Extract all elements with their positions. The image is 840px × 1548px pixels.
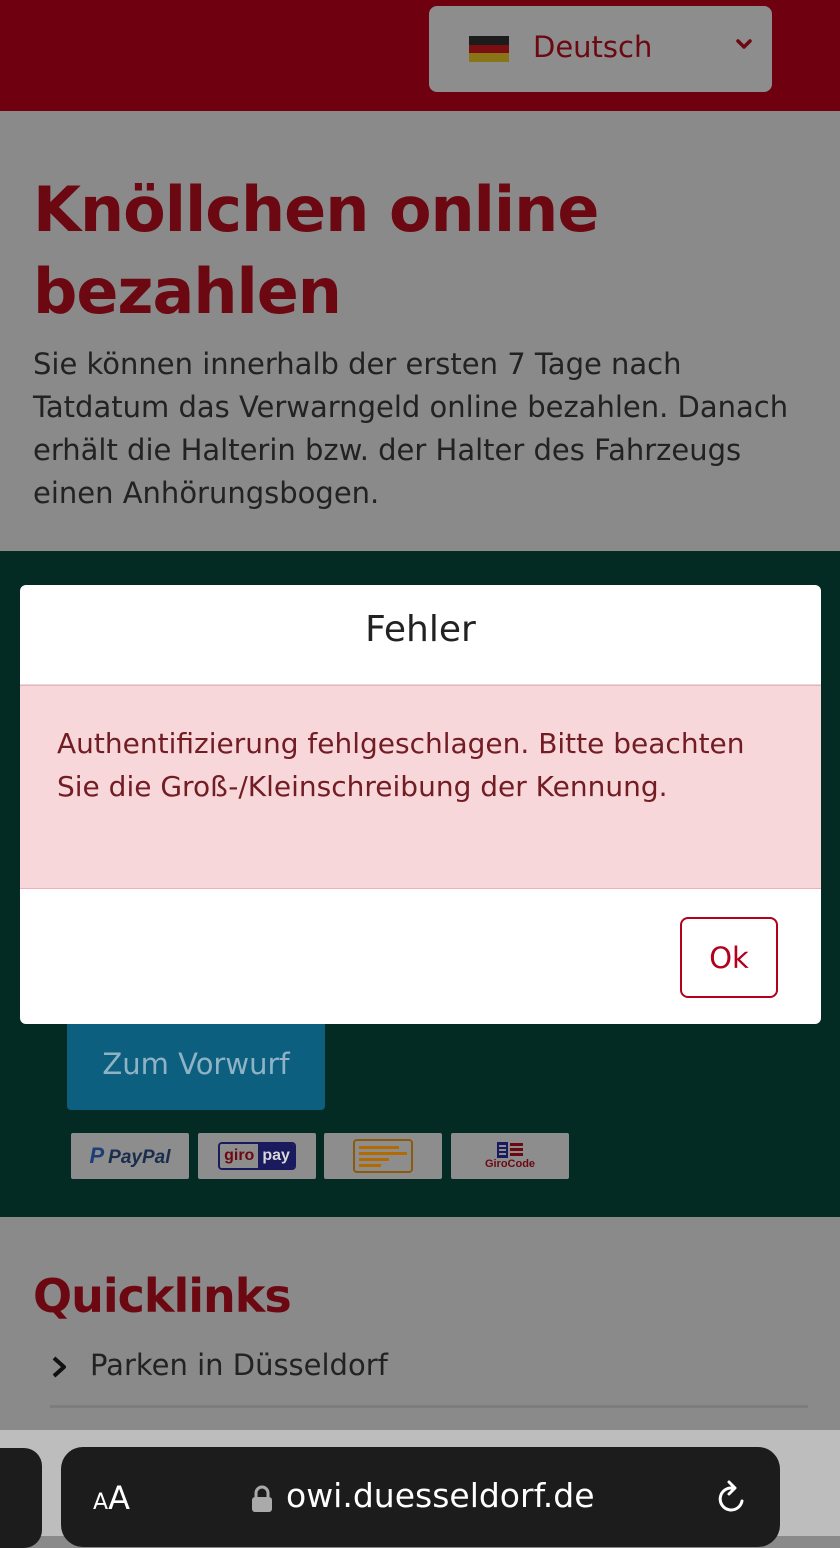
browser-toolbar: AA owi.duesseldorf.de [0, 1430, 840, 1548]
language-select[interactable]: Deutsch [429, 6, 772, 92]
previous-tab-preview[interactable] [0, 1448, 42, 1548]
quicklink-item[interactable]: Parken in Düsseldorf [50, 1345, 808, 1408]
page-title: Knöllchen online bezahlen [33, 173, 599, 328]
chevron-right-icon [52, 1356, 66, 1378]
quicklink-label: Parken in Düsseldorf [90, 1348, 388, 1382]
language-label: Deutsch [533, 30, 653, 64]
reload-icon[interactable] [714, 1479, 750, 1517]
page-description: Sie können innerhalb der ersten 7 Tage n… [33, 347, 789, 510]
error-dialog: Fehler Authentifizierung fehlgeschlagen.… [20, 585, 821, 1024]
bank-transfer-icon [353, 1139, 413, 1173]
bank-transfer-logo [324, 1133, 442, 1179]
error-alert: Authentifizierung fehlgeschlagen. Bitte … [20, 685, 821, 889]
ok-button[interactable]: Ok [680, 917, 778, 998]
dialog-title: Fehler [365, 609, 476, 650]
hero-section: Knöllchen online bezahlen Sie können inn… [0, 111, 840, 551]
quicklinks-title: Quicklinks [33, 1269, 292, 1323]
chevron-down-icon [736, 39, 752, 49]
giropay-logo: giro pay [198, 1133, 316, 1179]
address-bar[interactable]: AA owi.duesseldorf.de [61, 1447, 780, 1547]
girocode-logo: GiroCode [451, 1133, 569, 1179]
lock-icon [252, 1485, 272, 1512]
quicklinks-section: Quicklinks Parken in Düsseldorf [0, 1217, 840, 1457]
paypal-logo: P PayPal [71, 1133, 189, 1179]
url-text: owi.duesseldorf.de [286, 1476, 595, 1515]
error-message: Authentifizierung fehlgeschlagen. Bitte … [57, 727, 745, 803]
reader-options-button[interactable]: AA [93, 1479, 130, 1517]
zum-vorwurf-button[interactable]: Zum Vorwurf [67, 1018, 325, 1110]
germany-flag-icon [469, 36, 509, 62]
girocode-icon [497, 1142, 523, 1158]
site-header: Deutsch [0, 0, 840, 111]
